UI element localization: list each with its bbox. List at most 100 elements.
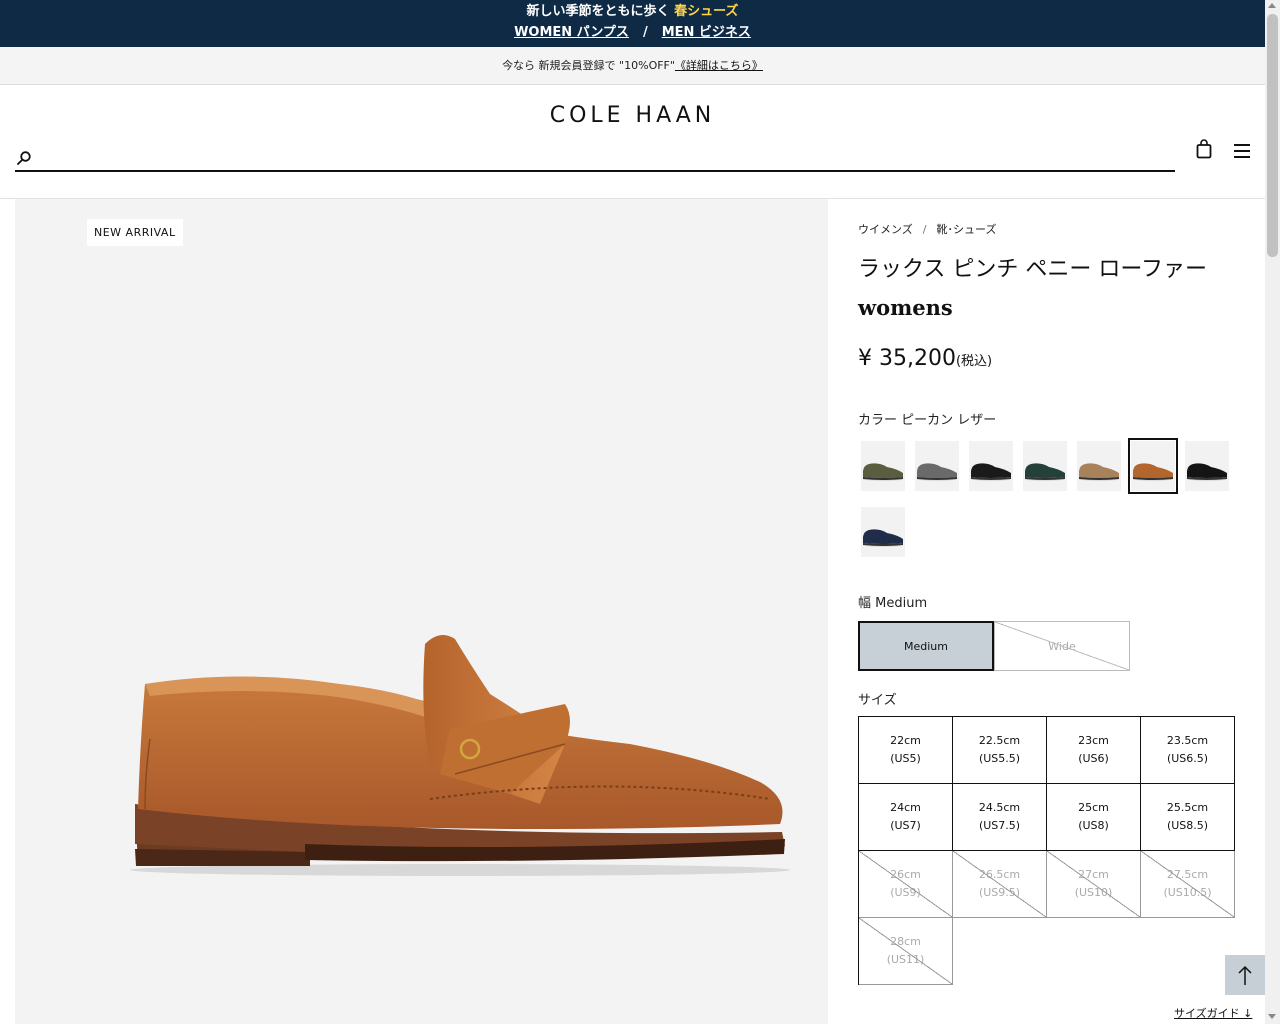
size-option[interactable]: 24cm (US7) xyxy=(859,784,953,851)
promo-men-link[interactable]: MEN ビジネス xyxy=(662,25,751,40)
product-title-gender: womens xyxy=(858,295,953,320)
promo-headline-highlight: 春シューズ xyxy=(674,4,739,19)
product-price: ¥ 35,200(税込) xyxy=(858,346,1238,371)
size-us: (US7) xyxy=(890,819,921,832)
size-option[interactable]: 26cm (US9) xyxy=(859,851,953,918)
swatch-shoe-thumbnail xyxy=(1077,441,1121,491)
size-cm: 24.5cm xyxy=(978,801,1021,814)
swatch-shoe-thumbnail xyxy=(1131,441,1175,491)
size-cm: 26cm xyxy=(890,868,921,881)
size-option[interactable]: 24.5cm (US7.5) xyxy=(953,784,1047,851)
selected-width-value: Medium xyxy=(875,596,928,611)
breadcrumb-item-shoes[interactable]: 靴･シューズ xyxy=(937,223,997,236)
color-swatch-leopard[interactable] xyxy=(1074,438,1124,494)
size-us: (US10) xyxy=(1074,886,1113,899)
product-info: ウイメンズ / 靴･シューズ ラックス ピンチ ペニー ローファー womens ¥… xyxy=(858,199,1238,985)
selected-color-name: ピーカン レザー xyxy=(901,413,997,428)
size-us: (US6.5) xyxy=(1166,752,1209,765)
width-option-wide[interactable]: Wide xyxy=(994,621,1130,671)
size-option[interactable]: 25.5cm (US8.5) xyxy=(1141,784,1235,851)
promo-links: WOMEN パンプス / MEN ビジネス xyxy=(0,25,1265,41)
arrow-up-icon xyxy=(1238,965,1252,985)
size-cm: 22cm xyxy=(890,734,921,747)
color-label-text: カラー xyxy=(858,413,898,428)
size-option[interactable]: 25cm (US8) xyxy=(1047,784,1141,851)
breadcrumb-separator: / xyxy=(922,223,927,236)
swatch-shoe-thumbnail xyxy=(861,507,905,557)
color-swatch-houndstooth[interactable] xyxy=(912,438,962,494)
page-scrollbar[interactable] xyxy=(1265,0,1280,1024)
swatch-shoe-thumbnail xyxy=(861,441,905,491)
size-us: (US6) xyxy=(1078,752,1109,765)
promo-headline-text: 新しい季節をともに歩く xyxy=(526,4,675,19)
size-option[interactable]: 22.5cm (US5.5) xyxy=(953,717,1047,784)
brand-logo[interactable]: COLE HAAN xyxy=(0,103,1265,128)
size-cm: 25.5cm xyxy=(1166,801,1209,814)
size-option[interactable]: 22cm (US5) xyxy=(859,717,953,784)
member-offer-bar: 今なら 新規会員登録で "10%OFF"《詳細はこちら》 xyxy=(0,47,1265,85)
size-option[interactable]: 23.5cm (US6.5) xyxy=(1141,717,1235,784)
color-swatch-black-patent[interactable] xyxy=(966,438,1016,494)
size-us: (US7.5) xyxy=(978,819,1021,832)
size-us: (US9) xyxy=(890,886,921,899)
swatch-shoe-thumbnail xyxy=(969,441,1013,491)
product-image-gallery[interactable]: NEW ARRIVAL xyxy=(15,199,828,1024)
size-cm: 26.5cm xyxy=(978,868,1021,881)
color-swatch-dark-green[interactable] xyxy=(1020,438,1070,494)
size-us: (US5) xyxy=(890,752,921,765)
size-cm: 28cm xyxy=(890,935,921,948)
color-swatch-olive[interactable] xyxy=(858,438,908,494)
size-us: (US11) xyxy=(886,953,925,966)
breadcrumb-item-women[interactable]: ウイメンズ xyxy=(858,223,913,236)
size-option[interactable]: 26.5cm (US9.5) xyxy=(953,851,1047,918)
search-input[interactable] xyxy=(41,145,1161,169)
size-cm: 22.5cm xyxy=(978,734,1021,747)
price-value: ¥ 35,200 xyxy=(858,346,956,371)
page: 新しい季節をともに歩く 春シューズ WOMEN パンプス / MEN ビジネス 今な… xyxy=(0,0,1265,1024)
scroll-up-arrow-icon[interactable] xyxy=(1268,3,1276,8)
shopping-bag-icon[interactable] xyxy=(1196,139,1212,159)
width-options: Medium Wide xyxy=(858,621,1238,671)
member-offer-text: 今なら 新規会員登録で "10%OFF" xyxy=(502,59,675,72)
back-to-top-button[interactable] xyxy=(1225,955,1265,995)
width-label: 幅 Medium xyxy=(858,592,1238,611)
search-icon[interactable] xyxy=(17,151,31,165)
site-header: COLE HAAN xyxy=(0,85,1265,199)
size-option[interactable]: 23cm (US6) xyxy=(1047,717,1141,784)
member-offer-link[interactable]: 《詳細はこちら》 xyxy=(675,59,763,72)
price-tax-note: (税込) xyxy=(955,354,993,369)
size-grid: 22cm (US5) 22.5cm (US5.5) 23cm (US6) 23.5cm (US… xyxy=(858,716,1235,985)
size-us: (US8) xyxy=(1078,819,1109,832)
size-us: (US5.5) xyxy=(978,752,1021,765)
size-option[interactable]: 28cm (US11) xyxy=(859,918,953,985)
search-bar xyxy=(15,145,1175,172)
size-cm: 25cm xyxy=(1078,801,1109,814)
color-label: カラー ピーカン レザー xyxy=(858,409,1238,428)
size-guide-link[interactable]: サイズガイド ↓ xyxy=(1174,1005,1252,1021)
promo-banner: 新しい季節をともに歩く 春シューズ WOMEN パンプス / MEN ビジネス xyxy=(0,0,1265,47)
size-us: (US8.5) xyxy=(1166,819,1209,832)
color-swatch-black[interactable] xyxy=(1182,438,1232,494)
color-swatch-navy[interactable] xyxy=(858,504,908,560)
size-cm: 27.5cm xyxy=(1166,868,1209,881)
size-cm: 23cm xyxy=(1078,734,1109,747)
color-swatch-pecan[interactable] xyxy=(1128,438,1178,494)
color-swatches xyxy=(858,438,1238,570)
size-us: (US9.5) xyxy=(978,886,1021,899)
swatch-shoe-thumbnail xyxy=(1023,441,1067,491)
new-arrival-badge: NEW ARRIVAL xyxy=(87,219,183,246)
swatch-shoe-thumbnail xyxy=(1185,441,1229,491)
size-label: サイズ xyxy=(858,693,897,708)
width-option-medium[interactable]: Medium xyxy=(858,621,994,671)
breadcrumb: ウイメンズ / 靴･シューズ xyxy=(858,221,1238,237)
swatch-shoe-thumbnail xyxy=(915,441,959,491)
promo-headline: 新しい季節をともに歩く 春シューズ xyxy=(0,0,1265,20)
size-option[interactable]: 27.5cm (US10.5) xyxy=(1141,851,1235,918)
size-option[interactable]: 27cm (US10) xyxy=(1047,851,1141,918)
promo-women-link[interactable]: WOMEN パンプス xyxy=(514,25,629,40)
hamburger-menu-icon[interactable] xyxy=(1234,143,1250,159)
size-cm: 27cm xyxy=(1078,868,1109,881)
scrollbar-thumb[interactable] xyxy=(1267,14,1278,257)
scroll-down-arrow-icon[interactable] xyxy=(1268,1014,1276,1019)
product-main: NEW ARRIVAL ウイメンズ / 靴･シューズ ラックス ピンチ ペニー … xyxy=(0,199,1265,1024)
